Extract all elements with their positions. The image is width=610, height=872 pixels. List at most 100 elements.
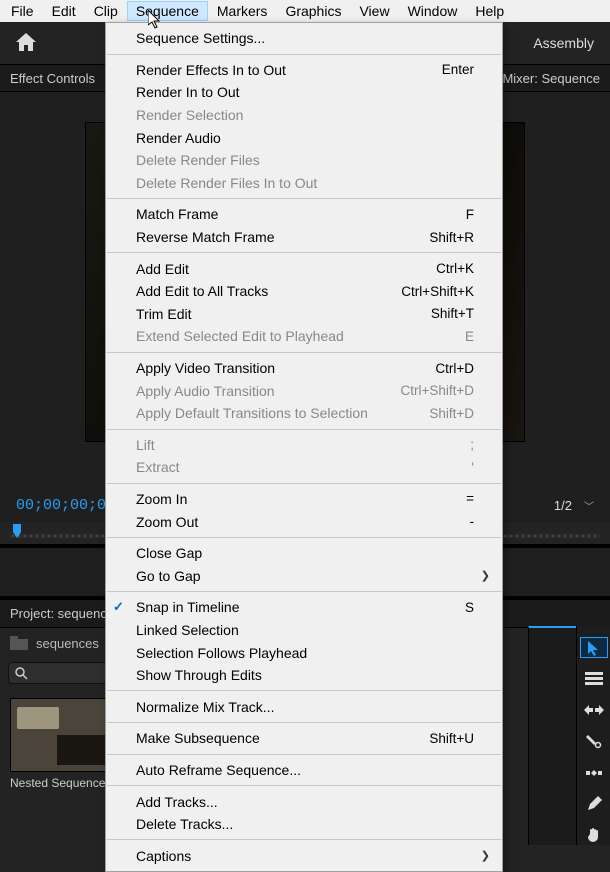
menu-item-selection-follows-playhead[interactable]: Selection Follows Playhead	[106, 641, 502, 664]
track-select-tool[interactable]	[581, 669, 607, 688]
menu-item-close-gap[interactable]: Close Gap	[106, 542, 502, 565]
menu-item-label: Close Gap	[136, 545, 474, 561]
search-icon	[15, 667, 28, 680]
menu-item-apply-video-transition[interactable]: Apply Video TransitionCtrl+D	[106, 357, 502, 380]
menu-item-shortcut: ;	[470, 437, 474, 452]
menu-item-snap-in-timeline[interactable]: ✓Snap in TimelineS	[106, 596, 502, 619]
menu-item-shortcut: Ctrl+Shift+K	[401, 284, 474, 299]
menu-item-make-subsequence[interactable]: Make SubsequenceShift+U	[106, 727, 502, 750]
selection-tool[interactable]	[581, 638, 607, 657]
menu-item-extract: Extract'	[106, 456, 502, 479]
menu-item-label: Render In to Out	[136, 84, 474, 100]
project-title-label: Project: sequenc	[10, 606, 107, 621]
menu-sequence[interactable]: Sequence	[127, 1, 208, 21]
menu-item-label: Delete Tracks...	[136, 816, 474, 832]
menu-edit[interactable]: Edit	[43, 1, 85, 21]
menu-item-label: Selection Follows Playhead	[136, 645, 474, 661]
menu-item-apply-audio-transition: Apply Audio TransitionCtrl+Shift+D	[106, 379, 502, 402]
breadcrumb-label: sequences	[36, 636, 99, 651]
menu-item-render-audio[interactable]: Render Audio	[106, 126, 502, 149]
menu-item-label: Apply Video Transition	[136, 360, 435, 376]
menu-item-render-in-to-out[interactable]: Render In to Out	[106, 81, 502, 104]
clip-label[interactable]: Nested Sequence 02	[10, 776, 120, 790]
menu-help[interactable]: Help	[466, 1, 513, 21]
menu-item-shortcut: Ctrl+K	[436, 261, 474, 276]
menu-separator	[107, 785, 501, 786]
playhead-icon[interactable]	[10, 524, 24, 540]
menu-item-delete-render-files-in-to-out: Delete Render Files In to Out	[106, 172, 502, 195]
pen-tool[interactable]	[581, 794, 607, 813]
menu-item-normalize-mix-track[interactable]: Normalize Mix Track...	[106, 695, 502, 718]
menu-item-shortcut: E	[465, 329, 474, 344]
menu-item-shortcut: =	[466, 491, 474, 506]
hand-tool[interactable]	[581, 826, 607, 845]
menu-separator	[107, 252, 501, 253]
menu-view[interactable]: View	[350, 1, 398, 21]
audio-mixer-tab[interactable]: Mixer: Sequence	[502, 71, 600, 86]
slip-tool[interactable]	[581, 763, 607, 782]
menu-separator	[107, 429, 501, 430]
search-input[interactable]	[8, 662, 108, 684]
menu-item-label: Snap in Timeline	[136, 599, 465, 615]
menu-item-label: Apply Default Transitions to Selection	[136, 405, 429, 421]
menu-item-shortcut: '	[471, 460, 474, 475]
menu-item-shortcut: Shift+U	[429, 731, 474, 746]
menu-item-label: Match Frame	[136, 206, 466, 222]
menu-item-label: Delete Render Files	[136, 152, 474, 168]
effect-controls-tab[interactable]: Effect Controls	[10, 71, 95, 86]
ripple-edit-tool[interactable]	[581, 701, 607, 720]
menu-item-label: Normalize Mix Track...	[136, 699, 474, 715]
menu-item-shortcut: Shift+R	[429, 230, 474, 245]
timecode-display[interactable]: 00;00;00;00	[16, 497, 115, 514]
timeline-panel-edge	[528, 626, 576, 845]
menu-item-go-to-gap[interactable]: Go to Gap❯	[106, 564, 502, 587]
menu-separator	[107, 754, 501, 755]
menu-graphics[interactable]: Graphics	[276, 1, 350, 21]
menu-item-apply-default-transitions-to-selection: Apply Default Transitions to SelectionSh…	[106, 402, 502, 425]
menu-item-captions[interactable]: Captions❯	[106, 844, 502, 867]
menu-item-sequence-settings[interactable]: Sequence Settings...	[106, 27, 502, 50]
menu-item-zoom-in[interactable]: Zoom In=	[106, 488, 502, 511]
menu-item-add-edit-to-all-tracks[interactable]: Add Edit to All TracksCtrl+Shift+K	[106, 280, 502, 303]
home-icon[interactable]	[16, 33, 36, 54]
menu-item-label: Apply Audio Transition	[136, 383, 400, 399]
menu-item-label: Add Edit to All Tracks	[136, 283, 401, 299]
menu-item-label: Reverse Match Frame	[136, 229, 429, 245]
menu-item-shortcut: F	[466, 207, 474, 222]
menu-item-linked-selection[interactable]: Linked Selection	[106, 619, 502, 642]
menu-item-shortcut: Shift+D	[429, 406, 474, 421]
menu-item-shortcut: Shift+T	[431, 306, 474, 321]
menu-item-delete-tracks[interactable]: Delete Tracks...	[106, 813, 502, 836]
menu-window[interactable]: Window	[399, 1, 467, 21]
menu-item-reverse-match-frame[interactable]: Reverse Match FrameShift+R	[106, 226, 502, 249]
workspace-label[interactable]: Assembly	[533, 35, 594, 51]
zoom-dropdown[interactable]: 1/2 ﹀	[554, 498, 594, 513]
menu-item-trim-edit[interactable]: Trim EditShift+T	[106, 303, 502, 326]
menu-item-add-edit[interactable]: Add EditCtrl+K	[106, 257, 502, 280]
menu-item-shortcut: S	[465, 600, 474, 615]
menu-clip[interactable]: Clip	[85, 1, 127, 21]
menu-separator	[107, 352, 501, 353]
menu-item-add-tracks[interactable]: Add Tracks...	[106, 790, 502, 813]
menu-separator	[107, 54, 501, 55]
menu-file[interactable]: File	[2, 1, 43, 21]
chevron-right-icon: ❯	[481, 569, 490, 582]
menu-item-label: Auto Reframe Sequence...	[136, 762, 474, 778]
menu-item-zoom-out[interactable]: Zoom Out-	[106, 510, 502, 533]
menu-item-label: Lift	[136, 437, 470, 453]
menu-separator	[107, 591, 501, 592]
menu-item-lift: Lift;	[106, 434, 502, 457]
menu-markers[interactable]: Markers	[208, 1, 277, 21]
razor-tool[interactable]	[581, 732, 607, 751]
menu-item-label: Add Tracks...	[136, 794, 474, 810]
menu-item-show-through-edits[interactable]: Show Through Edits	[106, 664, 502, 687]
menubar: FileEditClipSequenceMarkersGraphicsViewW…	[0, 0, 610, 22]
menu-item-match-frame[interactable]: Match FrameF	[106, 203, 502, 226]
chevron-down-icon: ﹀	[584, 498, 594, 513]
menu-item-label: Zoom Out	[136, 514, 470, 530]
menu-item-render-effects-in-to-out[interactable]: Render Effects In to OutEnter	[106, 59, 502, 82]
clip-thumbnail[interactable]	[10, 698, 118, 772]
menu-item-auto-reframe-sequence[interactable]: Auto Reframe Sequence...	[106, 759, 502, 782]
menu-item-label: Render Audio	[136, 130, 474, 146]
menu-item-extend-selected-edit-to-playhead: Extend Selected Edit to PlayheadE	[106, 325, 502, 348]
